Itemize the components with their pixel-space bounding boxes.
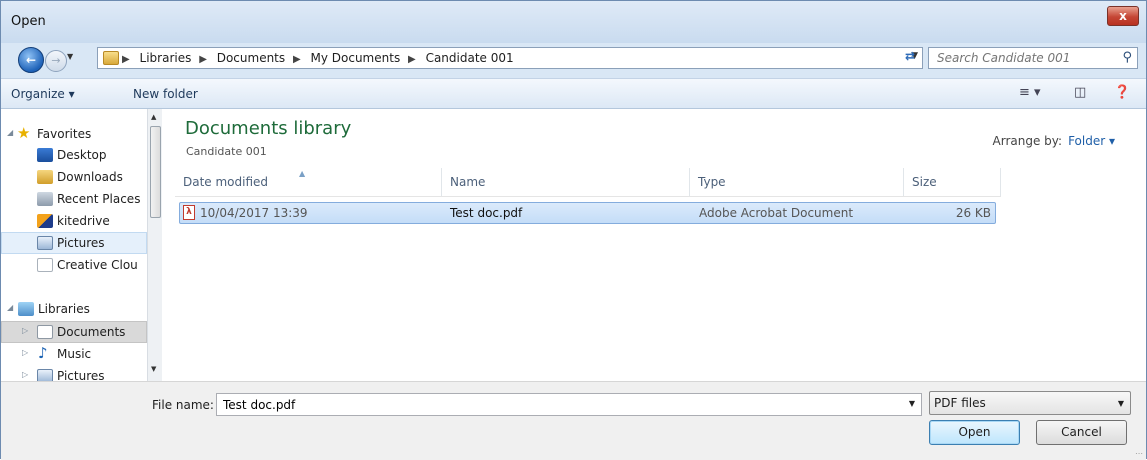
filetype-value: PDF files [934,396,986,410]
filetype-select[interactable]: PDF files ▼ [929,391,1131,415]
file-name: Test doc.pdf [450,206,523,220]
sidebar-item-kitedrive[interactable]: kitedrive [1,210,147,232]
table-row[interactable]: λ 10/04/2017 13:39 Test doc.pdf Adobe Ac… [179,202,996,224]
open-button[interactable]: Open [929,420,1020,445]
sidebar-item-documents[interactable]: ▷ Documents [1,321,147,343]
filename-dropdown-icon[interactable]: ▼ [909,399,915,408]
collapse-arrow-icon[interactable]: ◢ [7,303,13,312]
star-icon: ★ [17,124,31,142]
column-header-date-modified[interactable]: Date modified ▲ [175,168,442,196]
close-button[interactable]: x [1107,6,1139,26]
filename-input[interactable] [221,397,885,413]
desktop-icon [37,148,53,162]
library-subtitle: Candidate 001 [186,145,267,158]
content-area: ◢ ★ Favorites Desktop Downloads Recent P… [1,109,1146,381]
search-icon[interactable]: ⚲ [1122,50,1132,65]
file-size: 26 KB [955,206,991,220]
sidebar-item-pictures[interactable]: Pictures [1,232,147,254]
sort-ascending-icon: ▲ [299,169,306,178]
documents-icon [37,325,53,339]
dialog-footer: File name: ▼ PDF files ▼ Open Cancel ⋯ [1,381,1146,460]
column-header-type[interactable]: Type [690,168,904,196]
blank-file-icon [37,258,53,272]
column-headers: Date modified ▲ Name Type Size [175,168,1001,197]
column-header-size[interactable]: Size [904,168,1001,196]
sidebar-item-creative-cloud[interactable]: Creative Clou [1,254,147,276]
expand-arrow-icon[interactable]: ▷ [22,370,28,379]
library-title: Documents library [185,118,352,139]
folder-icon [103,51,119,65]
search-input[interactable] [935,50,1109,66]
window-title: Open [11,14,46,29]
file-date: 10/04/2017 13:39 [200,206,308,220]
sidebar-item-desktop[interactable]: Desktop [1,144,147,166]
refresh-icon[interactable]: ⇄ [900,49,920,67]
recent-places-icon [37,192,53,206]
libraries-icon [18,302,34,316]
downloads-icon [37,170,53,184]
file-type: Adobe Acrobat Document [699,206,854,220]
arrange-by-dropdown[interactable]: Folder ▾ [1068,134,1115,148]
search-box[interactable]: ⚲ [928,47,1138,69]
file-list-pane: Documents library Candidate 001 Arrange … [163,109,1146,381]
command-toolbar: Organize ▾ New folder ≡ ▾ ◫ ❓ [1,78,1146,109]
arrange-by-label: Arrange by: [992,134,1063,148]
sidebar-item-libraries[interactable]: ◢ Libraries [1,298,147,320]
sidebar-item-music[interactable]: ▷ ♪ Music [1,343,147,365]
kitedrive-icon [37,214,53,228]
view-options-icon[interactable]: ≡ ▾ [1019,85,1041,100]
breadcrumb: ▶ Libraries ▶ Documents ▶ My Documents ▶… [122,51,514,65]
navigation-scrollbar[interactable]: ▲ ▼ [147,109,162,381]
expand-arrow-icon[interactable]: ▷ [22,326,28,335]
breadcrumb-documents[interactable]: Documents [217,51,285,65]
collapse-arrow-icon[interactable]: ◢ [7,128,13,137]
sidebar-item-favorites[interactable]: ◢ ★ Favorites [1,123,147,145]
music-icon: ♪ [38,344,48,362]
filename-label: File name: [152,398,214,412]
new-folder-button[interactable]: New folder [133,87,198,101]
filename-combobox[interactable]: ▼ [216,393,922,416]
sidebar-item-downloads[interactable]: Downloads [1,166,147,188]
filetype-dropdown-icon: ▼ [1117,399,1124,408]
breadcrumb-candidate[interactable]: Candidate 001 [426,51,514,65]
expand-arrow-icon[interactable]: ▷ [22,348,28,357]
cancel-button[interactable]: Cancel [1036,420,1127,445]
navigation-row: ← → ▼ ▶ Libraries ▶ Documents ▶ My Docum… [1,44,1146,74]
breadcrumb-my-documents[interactable]: My Documents [311,51,401,65]
scroll-up-icon[interactable]: ▲ [151,113,156,121]
pdf-icon: λ [183,205,195,220]
organize-button[interactable]: Organize ▾ [11,87,75,101]
help-icon[interactable]: ❓ [1114,85,1130,100]
sidebar-item-pictures-library[interactable]: ▷ Pictures [1,365,147,381]
title-bar: Open x [1,1,1146,43]
sidebar-item-recent-places[interactable]: Recent Places [1,188,147,210]
forward-button[interactable]: → [45,50,67,72]
open-dialog: Open x ← → ▼ ▶ Libraries ▶ Documents ▶ M… [0,0,1147,460]
back-button[interactable]: ← [18,47,44,73]
resize-grip-icon[interactable]: ⋯ [1135,449,1143,458]
pictures-icon [37,236,53,250]
recent-pages-dropdown-icon[interactable]: ▼ [67,52,73,61]
breadcrumb-libraries[interactable]: Libraries [140,51,192,65]
arrange-by: Arrange by: Folder ▾ [993,134,1115,148]
column-header-name[interactable]: Name [442,168,690,196]
scroll-down-icon[interactable]: ▼ [151,365,156,373]
navigation-pane: ◢ ★ Favorites Desktop Downloads Recent P… [1,109,148,381]
scrollbar-thumb[interactable] [150,126,161,218]
address-bar[interactable]: ▶ Libraries ▶ Documents ▶ My Documents ▶… [97,47,923,69]
pictures-icon [37,369,53,381]
preview-pane-icon[interactable]: ◫ [1074,85,1086,100]
